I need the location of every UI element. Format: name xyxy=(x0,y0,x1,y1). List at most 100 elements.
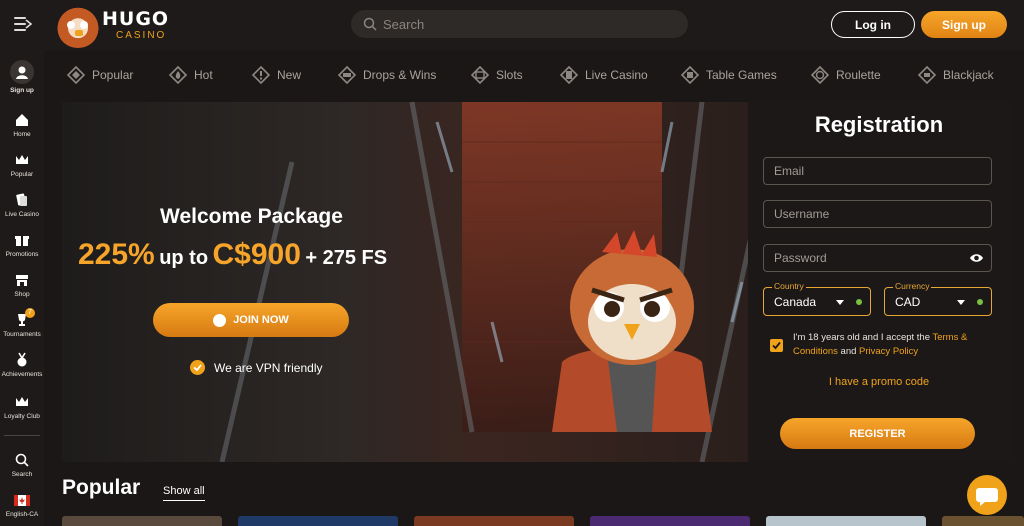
category-slots[interactable]: Slots xyxy=(470,64,523,86)
terms-prefix: I'm 18 years old and I accept the xyxy=(793,332,933,343)
sidebar-item-label: Search xyxy=(11,471,33,478)
category-label: Slots xyxy=(496,68,523,82)
register-button[interactable]: REGISTER xyxy=(780,418,975,449)
game-thumbnail[interactable] xyxy=(62,516,222,526)
registration-title: Registration xyxy=(814,112,944,137)
sidebar-item-label: Tournaments xyxy=(3,331,41,338)
sidebar-item-label: Live Casino xyxy=(5,211,39,218)
sidebar-item-label: Popular xyxy=(10,171,34,178)
terms-and: and xyxy=(837,346,860,357)
shop-icon xyxy=(16,275,28,286)
sidebar-item-promotions[interactable]: Promotions xyxy=(0,232,44,258)
vpn-text: We are VPN friendly xyxy=(214,360,323,375)
terms-text: I'm 18 years old and I accept the Terms … xyxy=(793,331,983,359)
hero-title: Welcome Package xyxy=(160,205,343,228)
game-thumbnail[interactable] xyxy=(766,516,926,526)
sidebar-item-home[interactable]: Home xyxy=(0,112,44,138)
hero-up-to: up to xyxy=(159,247,209,269)
category-nav: Popular Hot New Drops & Wins Slots Live … xyxy=(44,50,1024,102)
category-label: Drops & Wins xyxy=(363,68,437,82)
category-label: Live Casino xyxy=(585,68,648,82)
top-header: HUGO CASINO Log in Sign up xyxy=(0,0,1024,50)
medal-icon xyxy=(17,352,27,367)
email-field[interactable] xyxy=(763,157,992,185)
sidebar-item-signup[interactable]: Sign up xyxy=(0,60,44,94)
sidebar-item-label: Achievements xyxy=(1,371,43,378)
category-blackjack[interactable]: Blackjack xyxy=(917,64,994,86)
category-label: Hot xyxy=(194,68,213,82)
logo-subtext: CASINO xyxy=(116,30,167,41)
privacy-policy-link[interactable]: Privacy Policy xyxy=(859,346,918,357)
game-thumbnail[interactable] xyxy=(590,516,750,526)
category-label: Table Games xyxy=(706,68,777,82)
sidebar-item-loyalty-club[interactable]: Loyalty Club xyxy=(0,394,44,420)
sidebar-item-achievements[interactable]: Achievements xyxy=(0,352,44,378)
sidebar-item-popular[interactable]: Popular xyxy=(0,152,44,178)
dice-icon xyxy=(680,65,700,85)
cards-icon xyxy=(16,193,27,206)
crown-icon xyxy=(16,397,28,406)
category-live-casino[interactable]: Live Casino xyxy=(559,64,648,86)
vpn-icon xyxy=(190,360,205,375)
search-input[interactable] xyxy=(383,10,673,38)
search-bar[interactable] xyxy=(351,10,688,38)
currency-value: CAD xyxy=(895,295,921,309)
search-icon xyxy=(363,17,377,31)
category-table-games[interactable]: Table Games xyxy=(680,64,777,86)
left-sidebar: Sign up Home Popular Live Casino Promoti… xyxy=(0,50,44,526)
chevron-down-icon xyxy=(957,300,965,305)
category-new[interactable]: New xyxy=(251,64,301,86)
show-all-link[interactable]: Show all xyxy=(163,485,205,501)
category-popular[interactable]: Popular xyxy=(66,64,133,86)
status-dot xyxy=(977,299,983,305)
roulette-icon xyxy=(810,65,830,85)
logo-bird-icon xyxy=(56,4,100,48)
currency-select[interactable]: Currency CAD xyxy=(884,281,992,316)
category-label: Blackjack xyxy=(943,68,994,82)
sidebar-divider xyxy=(4,435,40,436)
sidebar-item-label: Sign up xyxy=(10,87,34,94)
join-now-button[interactable]: JOIN NOW xyxy=(153,303,349,337)
registration-panel: Registration Country Canada Currency CAD… xyxy=(748,102,1010,462)
new-icon xyxy=(251,65,271,85)
sidebar-item-label: Home xyxy=(13,131,31,138)
category-hot[interactable]: Hot xyxy=(168,64,213,86)
menu-toggle-icon[interactable] xyxy=(14,16,33,32)
chevron-down-icon xyxy=(836,300,844,305)
flame-icon xyxy=(168,65,188,85)
age-terms-checkbox[interactable] xyxy=(770,339,783,352)
hugo-casino-logo[interactable]: HUGO CASINO xyxy=(56,4,170,48)
status-dot xyxy=(856,299,862,305)
game-thumbnail[interactable] xyxy=(414,516,574,526)
chat-button[interactable] xyxy=(967,475,1007,515)
sidebar-item-language[interactable]: English-CA xyxy=(0,492,44,518)
category-drops-wins[interactable]: Drops & Wins xyxy=(337,64,436,86)
popular-section-title: Popular xyxy=(62,476,141,499)
search-icon xyxy=(15,453,29,467)
currency-label: Currency xyxy=(893,281,932,291)
sidebar-item-label: Loyalty Club xyxy=(4,413,40,420)
country-select[interactable]: Country Canada xyxy=(763,281,871,316)
sidebar-item-live-casino[interactable]: Live Casino xyxy=(0,192,44,218)
username-field[interactable] xyxy=(763,200,992,228)
user-icon xyxy=(10,60,34,84)
diamond-icon xyxy=(66,65,86,85)
live-casino-icon xyxy=(559,65,579,85)
category-label: Roulette xyxy=(836,68,881,82)
hero-banner: Welcome Package 225% up to C$900 + 275 F… xyxy=(62,102,748,462)
login-button[interactable]: Log in xyxy=(831,11,915,38)
slots-icon xyxy=(470,65,490,85)
game-thumbnail[interactable] xyxy=(942,516,1024,526)
password-field[interactable] xyxy=(763,244,992,272)
sidebar-item-shop[interactable]: Shop xyxy=(0,272,44,298)
chat-bubble-icon xyxy=(976,488,998,506)
category-roulette[interactable]: Roulette xyxy=(810,64,881,86)
eye-icon[interactable] xyxy=(969,252,984,264)
sidebar-item-search[interactable]: Search xyxy=(0,452,44,478)
game-thumbnail[interactable] xyxy=(238,516,398,526)
category-label: Popular xyxy=(92,68,134,82)
promo-code-link[interactable]: I have a promo code xyxy=(748,376,1010,388)
logo-text: HUGO xyxy=(102,8,170,30)
sidebar-item-tournaments[interactable]: 7 Tournaments xyxy=(0,308,44,338)
signup-button[interactable]: Sign up xyxy=(921,11,1007,38)
